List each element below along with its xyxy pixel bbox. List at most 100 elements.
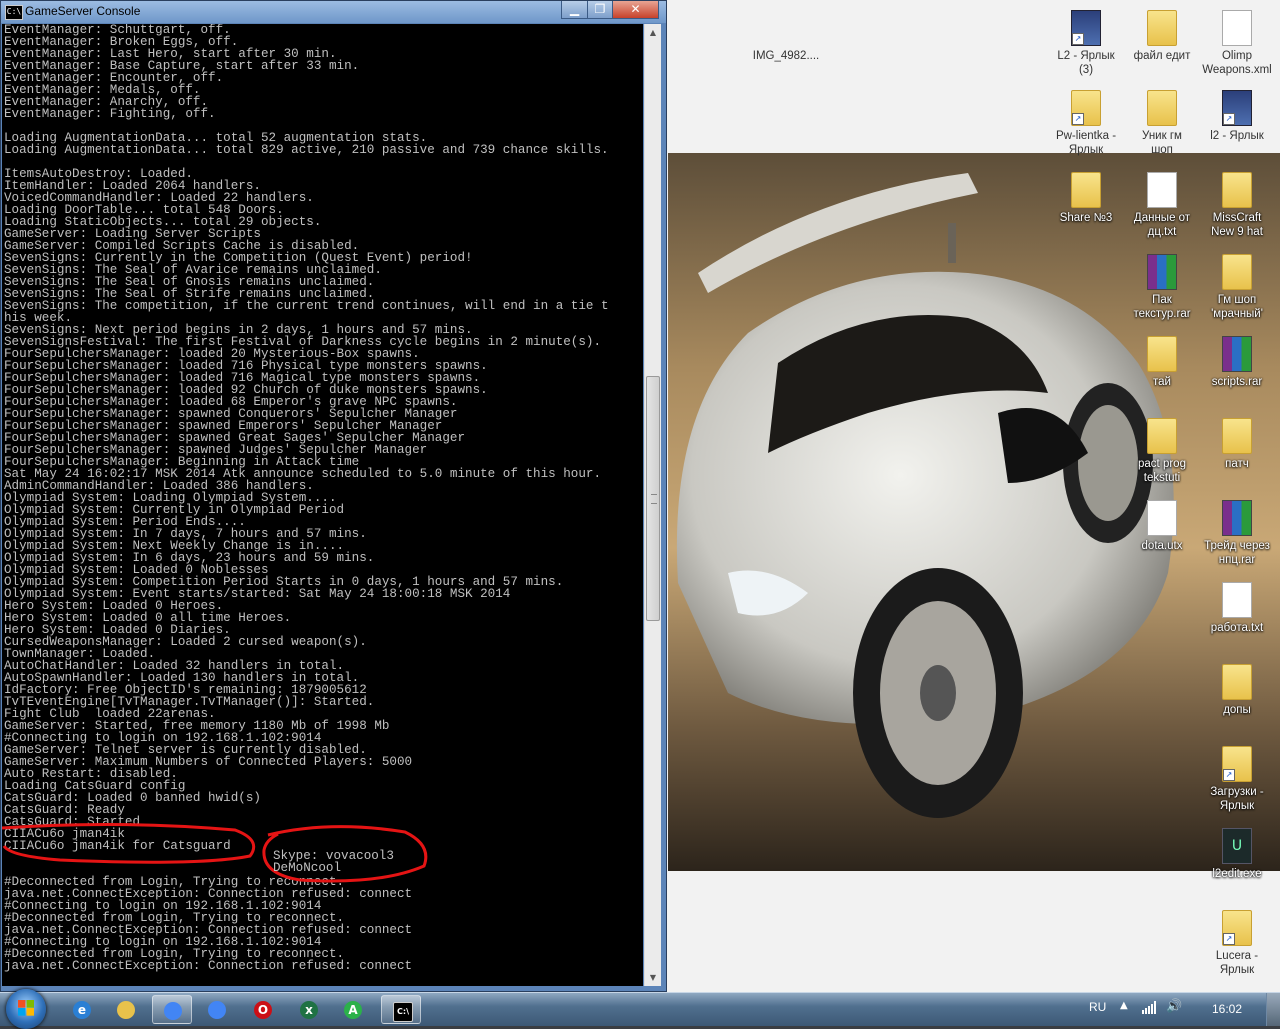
desktop-icon[interactable]: работа.txt [1199, 582, 1275, 635]
chrome-2-icon [208, 1001, 226, 1019]
desktop-icon[interactable]: ↗ Загрузки - Ярлык [1199, 746, 1275, 813]
desktop-icon[interactable]: dota.utx [1124, 500, 1200, 553]
desktop-icon[interactable]: файл едит [1124, 10, 1200, 63]
shortcut-arrow-icon: ↗ [1223, 933, 1235, 945]
desktop-icon[interactable]: ↗ Pw-lientka - Ярлык [1048, 90, 1124, 157]
desktop-icon[interactable]: Данные от дц.txt [1124, 172, 1200, 239]
taskbar-app-chrome[interactable] [152, 995, 192, 1024]
taskbar-app-opera[interactable]: O [243, 995, 283, 1024]
volume-icon[interactable]: 🔊 [1166, 999, 1182, 1014]
desktop-icon-label: MissCraft New 9 hat [1211, 212, 1263, 238]
taskbar-app-internet-explorer[interactable]: e [62, 995, 102, 1024]
windows-logo-icon [18, 1000, 34, 1016]
rar-icon [1222, 336, 1252, 372]
desktop-icon[interactable]: scripts.rar [1199, 336, 1275, 389]
folder-icon [1222, 172, 1252, 208]
show-desktop-button[interactable] [1266, 993, 1280, 1026]
l2-app-icon: A [344, 1001, 362, 1019]
console-window[interactable]: C:\ GameServer Console ▁ ❐ ✕ EventManage… [0, 0, 667, 992]
desktop-icon-label: Pw-lientka - Ярлык [1055, 130, 1117, 156]
minimize-icon: ▁ [569, 2, 580, 16]
scrollbar-thumb[interactable] [646, 375, 660, 621]
desktop-icon-label: l2 - Ярлык [1210, 130, 1264, 142]
desktop-icon-label: IMG_4982.... [752, 50, 820, 62]
doc-icon [1222, 10, 1252, 46]
maximize-button[interactable]: ❐ [587, 1, 613, 19]
doc-icon [1147, 172, 1177, 208]
console-icon: C:\ [5, 5, 23, 20]
desktop-icon-label: патч [1225, 458, 1249, 470]
minimize-button[interactable]: ▁ [561, 1, 588, 19]
taskbar-app-console[interactable]: C:\ [381, 995, 421, 1024]
scroll-up-arrow-icon[interactable]: ▲ [645, 24, 661, 41]
rar-icon [1147, 254, 1177, 290]
doc-icon [1147, 500, 1177, 536]
chrome-icon [164, 1002, 182, 1020]
desktop-icon[interactable]: Уник гм шоп [1124, 90, 1200, 157]
desktop-icon-label: Olimp Weapons.xml [1202, 50, 1272, 76]
close-button[interactable]: ✕ [612, 1, 659, 19]
explorer-icon [117, 1001, 135, 1019]
desktop-icon[interactable]: pact prog tekstuti [1124, 418, 1200, 485]
desktop-icon-label: L2 - Ярлык (3) [1057, 50, 1115, 76]
desktop-icon-label: Уник гм шоп [1142, 130, 1182, 156]
console-line: SevenSigns: The competition, if the curr… [4, 299, 609, 313]
doc-icon [1222, 582, 1252, 618]
desktop-icon-label: Share №3 [1059, 212, 1113, 224]
desktop-icon[interactable]: допы [1199, 664, 1275, 717]
desktop-icon[interactable]: Трейд через нпц.rar [1199, 500, 1275, 567]
rar-icon [1222, 500, 1252, 536]
desktop-icon[interactable]: ↗ L2 - Ярлык (3) [1048, 10, 1124, 77]
folder-icon [1222, 418, 1252, 454]
desktop-icon-label: Гм шоп 'мрачный' [1211, 294, 1263, 320]
taskbar-app-excel-like[interactable]: x [289, 995, 329, 1024]
taskbar-app-l2-app[interactable]: A [333, 995, 373, 1024]
folder-icon: ↗ [1222, 910, 1252, 946]
desktop-icon-label: Данные от дц.txt [1133, 212, 1191, 238]
vertical-scrollbar[interactable]: ▲ ▼ [644, 24, 661, 986]
scroll-down-arrow-icon[interactable]: ▼ [645, 969, 661, 986]
console-line: java.net.ConnectException: Connection re… [4, 959, 413, 973]
restore-icon: ❐ [594, 2, 606, 16]
folder-icon [1147, 418, 1177, 454]
l2-icon: ↗ [1222, 90, 1252, 126]
shortcut-arrow-icon: ↗ [1072, 33, 1084, 45]
desktop-icon-label: Lucera - Ярлык [1215, 950, 1259, 976]
console-lines: EventManager: Schuttgart, off. EventManag… [2, 24, 643, 972]
desktop-icon[interactable]: Olimp Weapons.xml [1199, 10, 1275, 77]
desktop-icon[interactable]: ↗ Lucera - Ярлык [1199, 910, 1275, 977]
start-button[interactable] [6, 989, 46, 1029]
folder-icon [1147, 10, 1177, 46]
desktop-icon[interactable]: Share №3 [1048, 172, 1124, 225]
taskbar-app-explorer[interactable] [106, 995, 146, 1024]
desktop-icon-label: dota.utx [1141, 540, 1183, 552]
scrollbar-grip-icon [651, 493, 657, 504]
folder-icon [1222, 254, 1252, 290]
desktop-icon-label: pact prog tekstuti [1138, 458, 1186, 484]
desktop-icon-label: работа.txt [1210, 622, 1264, 634]
desktop-icon[interactable]: ↗ l2 - Ярлык [1199, 90, 1275, 143]
folder-icon: ↗ [1071, 90, 1101, 126]
l2-icon: ↗ [1071, 10, 1101, 46]
desktop-icon[interactable]: MissCraft New 9 hat [1199, 172, 1275, 239]
language-indicator[interactable]: RU [1089, 1000, 1106, 1014]
close-icon: ✕ [630, 2, 641, 16]
internet-explorer-icon: e [73, 1001, 91, 1019]
desktop-icon[interactable]: тай [1124, 336, 1200, 389]
desktop-icon-label: l2edit.exe [1212, 868, 1262, 880]
desktop-icon[interactable]: патч [1199, 418, 1275, 471]
skype-note: Skype: vovacool3 DeMoNcool [273, 849, 394, 875]
desktop-icon-label: Загрузки - Ярлык [1210, 786, 1264, 812]
console-titlebar[interactable]: C:\ GameServer Console ▁ ❐ ✕ [1, 1, 666, 23]
taskbar-app-chrome-2[interactable] [197, 995, 237, 1024]
desktop-icon[interactable]: Гм шоп 'мрачный' [1199, 254, 1275, 321]
network-signal-icon[interactable] [1142, 1001, 1156, 1014]
photo-icon [771, 10, 801, 46]
show-hidden-icons-icon[interactable]: ▲ [1120, 1000, 1128, 1011]
desktop-icon[interactable]: Пак текстур.rar [1124, 254, 1200, 321]
desktop-icon-label: Трейд через нпц.rar [1204, 540, 1270, 566]
desktop-icon[interactable]: Ul2edit.exe [1199, 828, 1275, 881]
desktop-icon[interactable]: IMG_4982.... [748, 10, 824, 63]
clock[interactable]: 16:02 [1212, 1002, 1242, 1016]
console-output[interactable]: EventManager: Schuttgart, off. EventManag… [2, 24, 643, 986]
